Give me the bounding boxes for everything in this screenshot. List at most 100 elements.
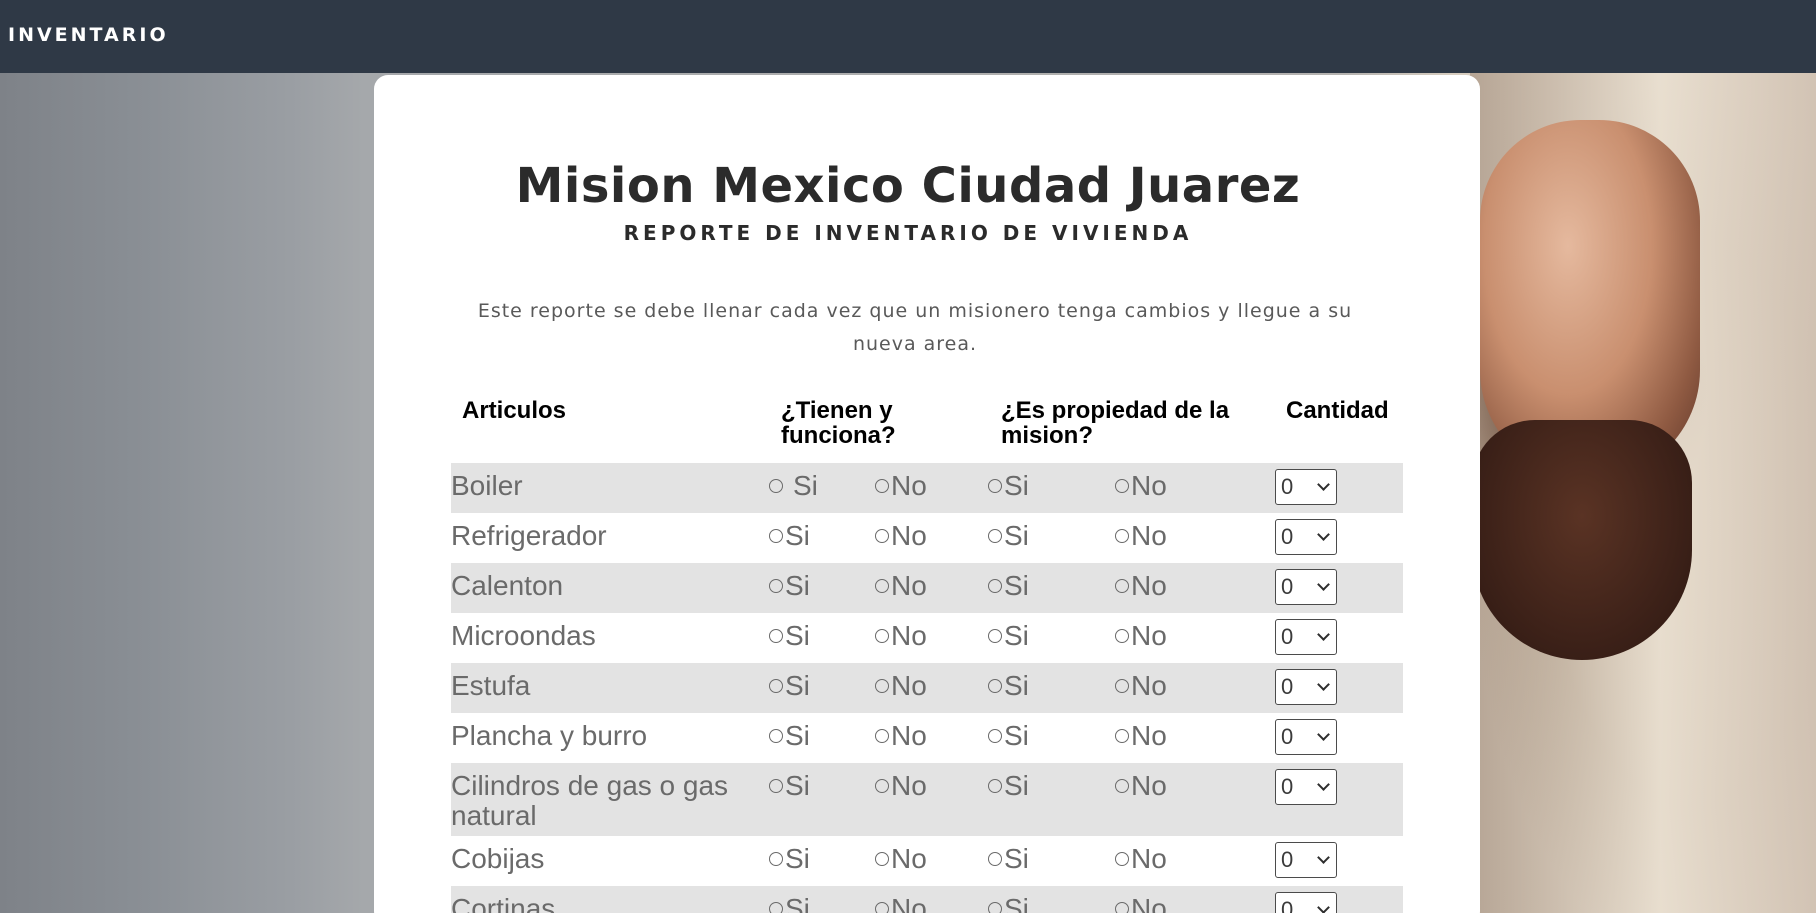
radio-button-icon[interactable] [769,902,783,913]
radio-propiedad-si[interactable]: Si [988,894,1029,913]
radio-propiedad-si[interactable]: Si [988,721,1029,751]
radio-button-icon[interactable] [875,902,889,913]
radio-button-icon[interactable] [1115,579,1129,593]
radio-button-icon[interactable] [1115,852,1129,866]
radio-button-icon[interactable] [769,579,783,593]
radio-tienen-no[interactable]: No [875,621,927,651]
radio-tienen-no[interactable]: No [875,771,927,801]
radio-button-icon[interactable] [1115,479,1129,493]
radio-button-icon[interactable] [988,729,1002,743]
radio-button-icon[interactable] [769,852,783,866]
radio-propiedad-si[interactable]: Si [988,671,1029,701]
cantidad-value: 0 [1281,574,1294,599]
chevron-down-icon [1317,528,1330,541]
radio-propiedad-si[interactable]: Si [988,571,1029,601]
radio-button-icon[interactable] [1115,529,1129,543]
radio-propiedad-no[interactable]: No [1115,521,1167,551]
cantidad-select[interactable]: 0 [1275,892,1337,913]
radio-propiedad-si[interactable]: Si [988,521,1029,551]
radio-propiedad-no[interactable]: No [1115,844,1167,874]
radio-button-icon[interactable] [769,729,783,743]
radio-tienen-si[interactable]: Si [769,671,810,701]
brand-title[interactable]: INVENTARIO [8,24,169,46]
radio-propiedad-si[interactable]: Si [988,844,1029,874]
radio-button-icon[interactable] [988,579,1002,593]
radio-tienen-si[interactable]: Si [769,471,818,501]
item-name: Cilindros de gas o gas natural [451,770,729,831]
radio-propiedad-si[interactable]: Si [988,471,1029,501]
radio-button-icon[interactable] [988,779,1002,793]
cantidad-select[interactable]: 0 [1275,519,1337,555]
radio-propiedad-no[interactable]: No [1115,894,1167,913]
cantidad-select[interactable]: 0 [1275,469,1337,505]
cantidad-value: 0 [1281,474,1294,499]
radio-label-no: No [1131,843,1167,874]
radio-tienen-no[interactable]: No [875,521,927,551]
radio-button-icon[interactable] [875,479,889,493]
radio-button-icon[interactable] [875,579,889,593]
radio-button-icon[interactable] [988,629,1002,643]
radio-tienen-no[interactable]: No [875,721,927,751]
radio-button-icon[interactable] [875,529,889,543]
radio-label-no: No [891,770,927,801]
radio-tienen-si[interactable]: Si [769,894,810,913]
radio-button-icon[interactable] [1115,779,1129,793]
radio-button-icon[interactable] [1115,902,1129,913]
radio-button-icon[interactable] [875,729,889,743]
radio-button-icon[interactable] [988,852,1002,866]
radio-button-icon[interactable] [769,679,783,693]
radio-propiedad-no[interactable]: No [1115,721,1167,751]
radio-button-icon[interactable] [875,629,889,643]
radio-tienen-si[interactable]: Si [769,521,810,551]
radio-tienen-no[interactable]: No [875,571,927,601]
radio-button-icon[interactable] [1115,629,1129,643]
table-row: Cobijas Si No Si No 0 [451,836,1403,886]
radio-propiedad-no[interactable]: No [1115,471,1167,501]
radio-button-icon[interactable] [875,779,889,793]
radio-button-icon[interactable] [988,529,1002,543]
radio-tienen-si[interactable]: Si [769,844,810,874]
radio-tienen-si[interactable]: Si [769,771,810,801]
radio-label-si: Si [1004,570,1029,601]
radio-button-icon[interactable] [1115,729,1129,743]
column-header-tienen: ¿Tienen y funciona? [781,397,896,449]
cantidad-select[interactable]: 0 [1275,719,1337,755]
radio-propiedad-no[interactable]: No [1115,571,1167,601]
radio-label-si: Si [785,620,810,651]
radio-tienen-no[interactable]: No [875,894,927,913]
radio-tienen-si[interactable]: Si [769,621,810,651]
item-name: Estufa [451,670,531,701]
cantidad-value: 0 [1281,524,1294,549]
radio-button-icon[interactable] [769,479,783,493]
table-row: Estufa Si No Si No 0 [451,663,1403,713]
cantidad-select[interactable]: 0 [1275,619,1337,655]
radio-tienen-si[interactable]: Si [769,721,810,751]
radio-tienen-no[interactable]: No [875,471,927,501]
cantidad-select[interactable]: 0 [1275,569,1337,605]
cantidad-select[interactable]: 0 [1275,842,1337,878]
radio-tienen-no[interactable]: No [875,671,927,701]
radio-button-icon[interactable] [769,529,783,543]
radio-propiedad-si[interactable]: Si [988,771,1029,801]
column-header-articulos: Articulos [462,397,567,424]
radio-label-si: Si [785,520,810,551]
cantidad-select[interactable]: 0 [1275,769,1337,805]
cantidad-select[interactable]: 0 [1275,669,1337,705]
radio-button-icon[interactable] [769,629,783,643]
radio-button-icon[interactable] [988,679,1002,693]
radio-button-icon[interactable] [875,852,889,866]
radio-tienen-si[interactable]: Si [769,571,810,601]
radio-button-icon[interactable] [1115,679,1129,693]
item-name: Plancha y burro [451,720,648,751]
background-beard [1472,420,1692,660]
radio-propiedad-no[interactable]: No [1115,621,1167,651]
radio-propiedad-no[interactable]: No [1115,771,1167,801]
radio-button-icon[interactable] [988,479,1002,493]
radio-propiedad-no[interactable]: No [1115,671,1167,701]
radio-button-icon[interactable] [769,779,783,793]
radio-button-icon[interactable] [875,679,889,693]
radio-label-no: No [1131,893,1167,913]
radio-propiedad-si[interactable]: Si [988,621,1029,651]
radio-tienen-no[interactable]: No [875,844,927,874]
radio-button-icon[interactable] [988,902,1002,913]
